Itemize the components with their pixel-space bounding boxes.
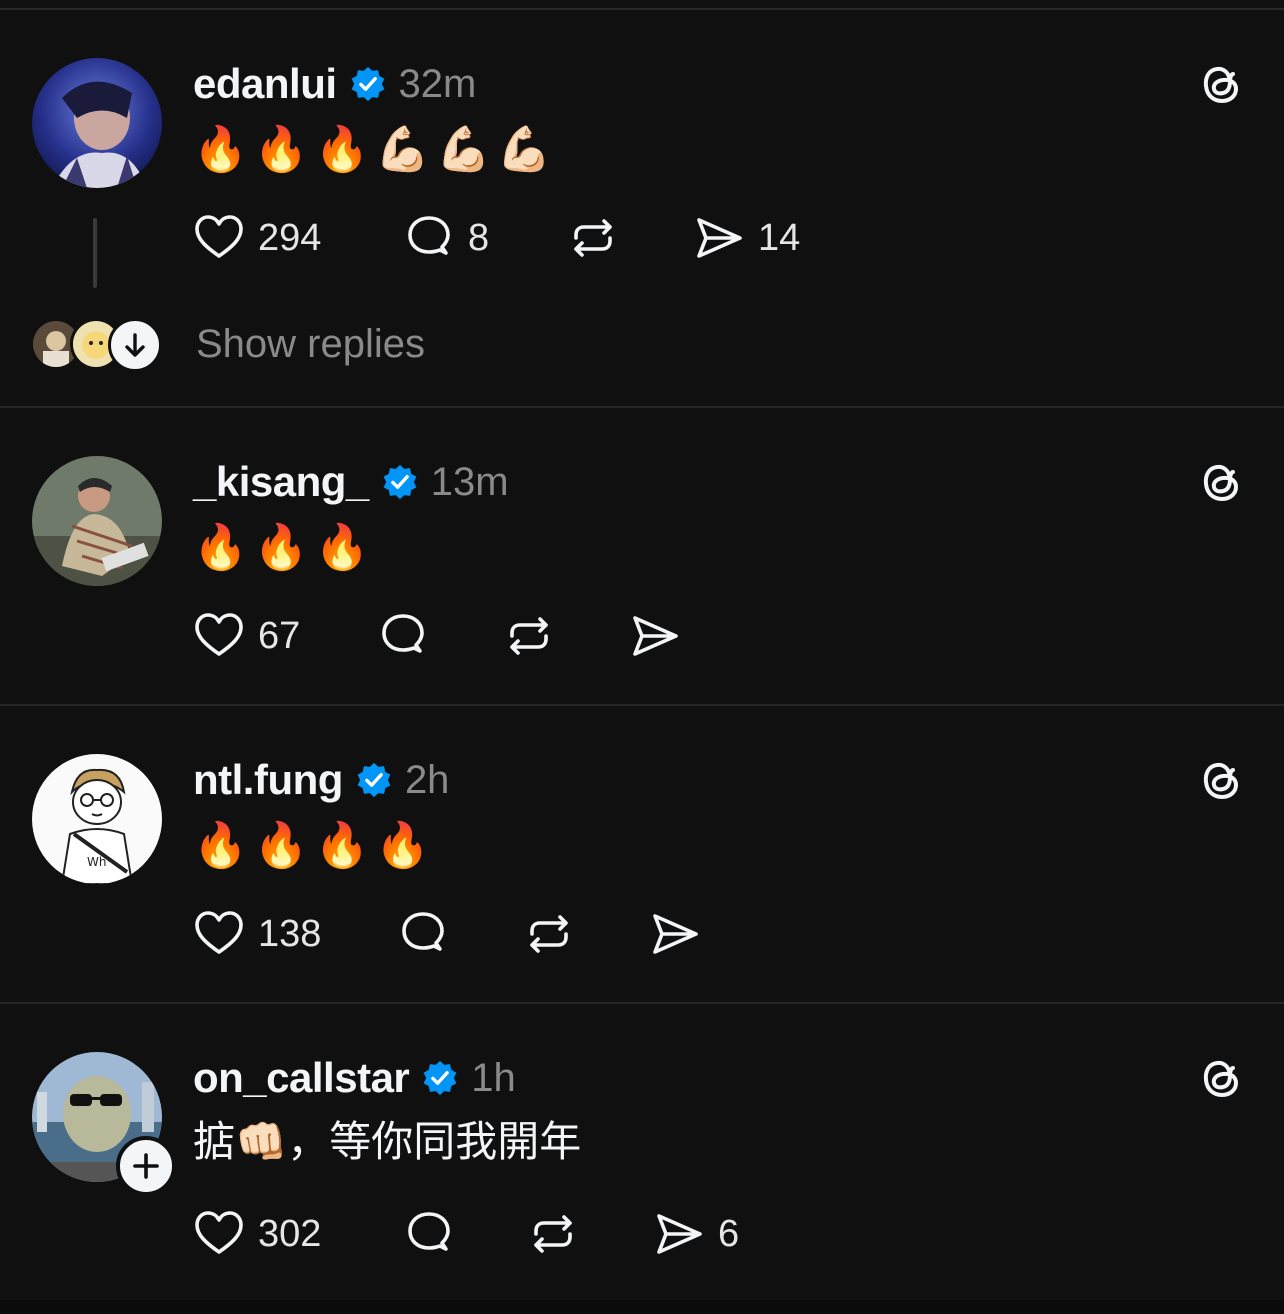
repost-icon [574, 219, 612, 257]
verified-badge-icon [355, 761, 393, 799]
send-icon [657, 1214, 702, 1254]
threads-logo-icon[interactable] [1196, 756, 1246, 806]
show-replies-arrow-icon[interactable] [108, 318, 162, 372]
follow-plus-icon[interactable] [116, 1136, 176, 1196]
share-button[interactable]: 6 [652, 1206, 739, 1262]
share-button[interactable] [648, 906, 702, 962]
post-header: _kisang_ 13m [193, 452, 509, 512]
like-count: 294 [258, 216, 322, 259]
show-replies-link[interactable]: Show replies [196, 322, 425, 367]
username[interactable]: _kisang_ [193, 458, 369, 506]
like-button[interactable]: 294 [192, 210, 321, 266]
threads-logo-icon[interactable] [1196, 60, 1246, 110]
comment-count: 8 [468, 216, 490, 259]
username[interactable]: ntl.fung [193, 756, 343, 804]
post-oncallstar: on_callstar 1h 掂👊🏻，等你同我開年 302 6 [0, 1004, 1284, 1300]
post-header: edanlui 32m [193, 54, 476, 114]
post-text: 🔥🔥🔥 [193, 523, 376, 572]
post-text: 🔥🔥🔥💪🏻💪🏻💪🏻 [193, 125, 558, 174]
post-edanlui: edanlui 32m 🔥🔥🔥💪🏻💪🏻💪🏻 294 8 14 Show repl… [0, 10, 1284, 408]
repost-button[interactable] [526, 1206, 580, 1262]
comment-bubble-icon [382, 614, 424, 653]
send-icon [633, 616, 678, 656]
post-text: 掂👊🏻，等你同我開年 [193, 1118, 582, 1165]
like-count: 138 [258, 912, 322, 955]
comment-button[interactable] [376, 608, 430, 664]
heart-icon [195, 215, 243, 258]
comment-bubble-icon [408, 216, 450, 255]
like-button[interactable]: 138 [192, 906, 321, 962]
username[interactable]: edanlui [193, 60, 337, 108]
send-icon [697, 218, 742, 258]
threads-logo-icon[interactable] [1196, 1054, 1246, 1104]
share-count: 14 [758, 216, 801, 259]
post-time: 1h [471, 1055, 516, 1100]
share-button[interactable]: 14 [692, 210, 800, 266]
like-button[interactable]: 302 [192, 1206, 321, 1262]
post-ntlfung: Wh ntl.fung 2h 🔥🔥🔥🔥 138 [0, 706, 1284, 1004]
thread-line [93, 218, 97, 288]
post-time: 32m [398, 61, 477, 106]
avatar-kisang[interactable] [32, 456, 162, 586]
avatar-edanlui[interactable] [32, 58, 162, 188]
repost-icon [530, 915, 568, 953]
send-icon [653, 914, 698, 954]
like-count: 302 [258, 1212, 322, 1255]
heart-icon [195, 613, 243, 656]
like-count: 67 [258, 614, 301, 657]
threads-logo-icon[interactable] [1196, 458, 1246, 508]
post-text: 🔥🔥🔥🔥 [193, 821, 437, 870]
comment-button[interactable] [396, 906, 450, 962]
post-header: ntl.fung 2h [193, 750, 449, 810]
heart-icon [195, 1211, 243, 1254]
comment-button[interactable]: 8 [402, 210, 489, 266]
verified-badge-icon [381, 463, 419, 501]
verified-badge-icon [421, 1059, 459, 1097]
bottom-divider [0, 1300, 1284, 1314]
post-time: 2h [404, 757, 450, 802]
heart-icon [195, 911, 243, 954]
repost-icon [510, 617, 548, 655]
post-kisang: _kisang_ 13m 🔥🔥🔥 67 [0, 408, 1284, 706]
username[interactable]: on_callstar [193, 1054, 410, 1102]
share-count: 6 [718, 1212, 740, 1255]
repost-icon [534, 1215, 572, 1253]
comment-bubble-icon [402, 912, 444, 951]
verified-badge-icon [349, 65, 387, 103]
comment-button[interactable] [402, 1206, 456, 1262]
svg-text:Wh: Wh [87, 855, 106, 869]
avatar-ntlfung[interactable]: Wh [32, 754, 162, 884]
repost-button[interactable] [502, 608, 556, 664]
comment-bubble-icon [408, 1212, 450, 1251]
like-button[interactable]: 67 [192, 608, 300, 664]
repost-button[interactable] [522, 906, 576, 962]
repost-button[interactable] [566, 210, 620, 266]
post-time: 13m [430, 459, 509, 504]
share-button[interactable] [628, 608, 682, 664]
post-header: on_callstar 1h [193, 1048, 516, 1108]
